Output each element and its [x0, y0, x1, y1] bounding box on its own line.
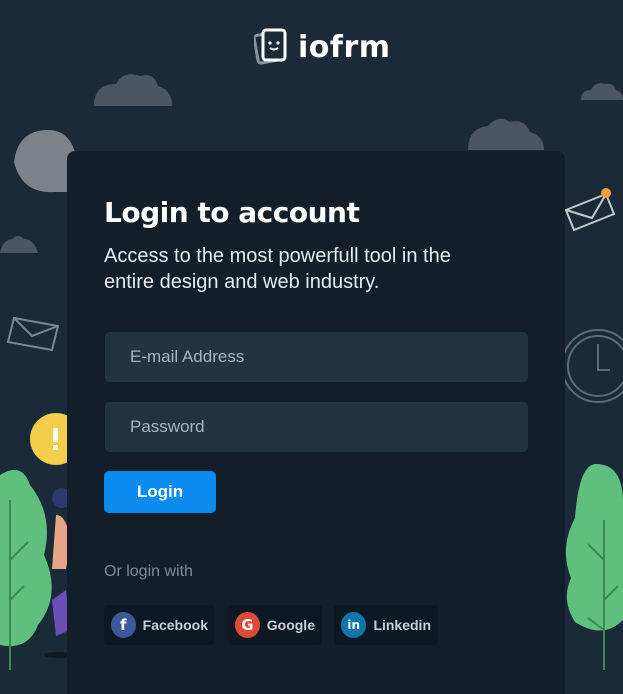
page-title: Login to account: [104, 196, 360, 229]
notification-dot: [601, 188, 611, 198]
linkedin-label: Linkedin: [373, 617, 431, 633]
password-field[interactable]: [105, 402, 528, 452]
facebook-label: Facebook: [142, 617, 208, 633]
google-icon: G: [235, 612, 260, 638]
or-login-with-label: Or login with: [104, 563, 193, 580]
facebook-icon: f: [111, 612, 136, 638]
google-login-button[interactable]: G Google: [228, 605, 322, 645]
linkedin-icon: in: [341, 612, 367, 638]
brand-name: iofrm: [298, 29, 391, 65]
logo-icon: [254, 28, 287, 65]
cloud-icon: [94, 74, 172, 106]
page-subtitle: Access to the most powerfull tool in the…: [104, 245, 451, 293]
plant-illustration: [0, 469, 52, 670]
google-label: Google: [266, 617, 315, 633]
plant-illustration: [565, 464, 623, 670]
envelope-icon: [6, 316, 60, 352]
facebook-login-button[interactable]: f Facebook: [104, 605, 215, 645]
login-button[interactable]: Login: [104, 471, 216, 513]
cloud-icon: [581, 83, 623, 100]
clock-icon: [561, 329, 623, 403]
cloud-icon: [468, 118, 544, 150]
email-field[interactable]: [105, 332, 528, 382]
linkedin-login-button[interactable]: in Linkedin: [334, 605, 438, 645]
envelope-icon: [564, 192, 616, 232]
brand-logo[interactable]: iofrm: [254, 28, 391, 66]
cloud-icon: [0, 236, 38, 253]
